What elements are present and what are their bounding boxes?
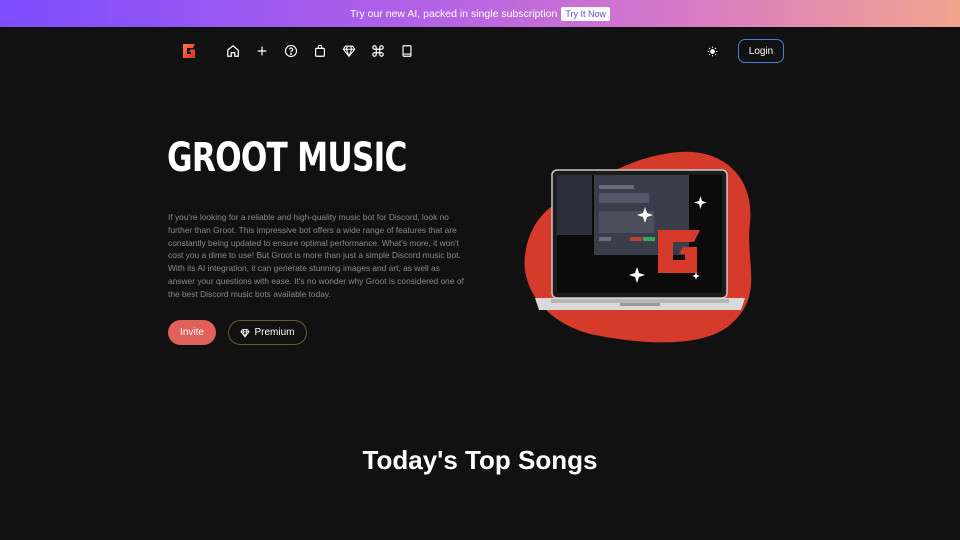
command-icon[interactable] <box>369 42 387 60</box>
top-navigation: Login <box>0 27 960 75</box>
section-title-top-songs: Today's Top Songs <box>362 445 598 475</box>
help-icon[interactable] <box>282 42 300 60</box>
invite-button[interactable]: Invite <box>168 320 216 345</box>
groot-g-logo-icon <box>183 44 195 58</box>
hero-title: GROOT MUSIC <box>167 135 407 181</box>
promo-banner-text: Try our new AI, packed in single subscri… <box>349 7 558 20</box>
nav-icon-group <box>224 42 416 60</box>
diamond-icon <box>240 328 251 338</box>
promo-banner: Try our new AI, packed in single subscri… <box>0 0 960 27</box>
hero-description: If you're looking for a reliable and hig… <box>168 212 464 299</box>
laptop-illustration <box>524 151 752 343</box>
groot-logo[interactable] <box>180 42 198 60</box>
diamond-icon[interactable] <box>340 42 358 60</box>
premium-button-label: Premium <box>254 327 295 338</box>
sun-icon[interactable] <box>705 44 719 58</box>
book-icon[interactable] <box>398 42 416 60</box>
premium-button[interactable]: Premium <box>228 320 307 345</box>
hero-illustration <box>515 145 765 345</box>
try-it-now-button[interactable]: Try It Now <box>561 6 611 21</box>
plus-icon[interactable] <box>253 42 271 60</box>
shopping-bag-icon[interactable] <box>311 42 329 60</box>
home-icon[interactable] <box>224 42 242 60</box>
login-button[interactable]: Login <box>738 39 784 63</box>
